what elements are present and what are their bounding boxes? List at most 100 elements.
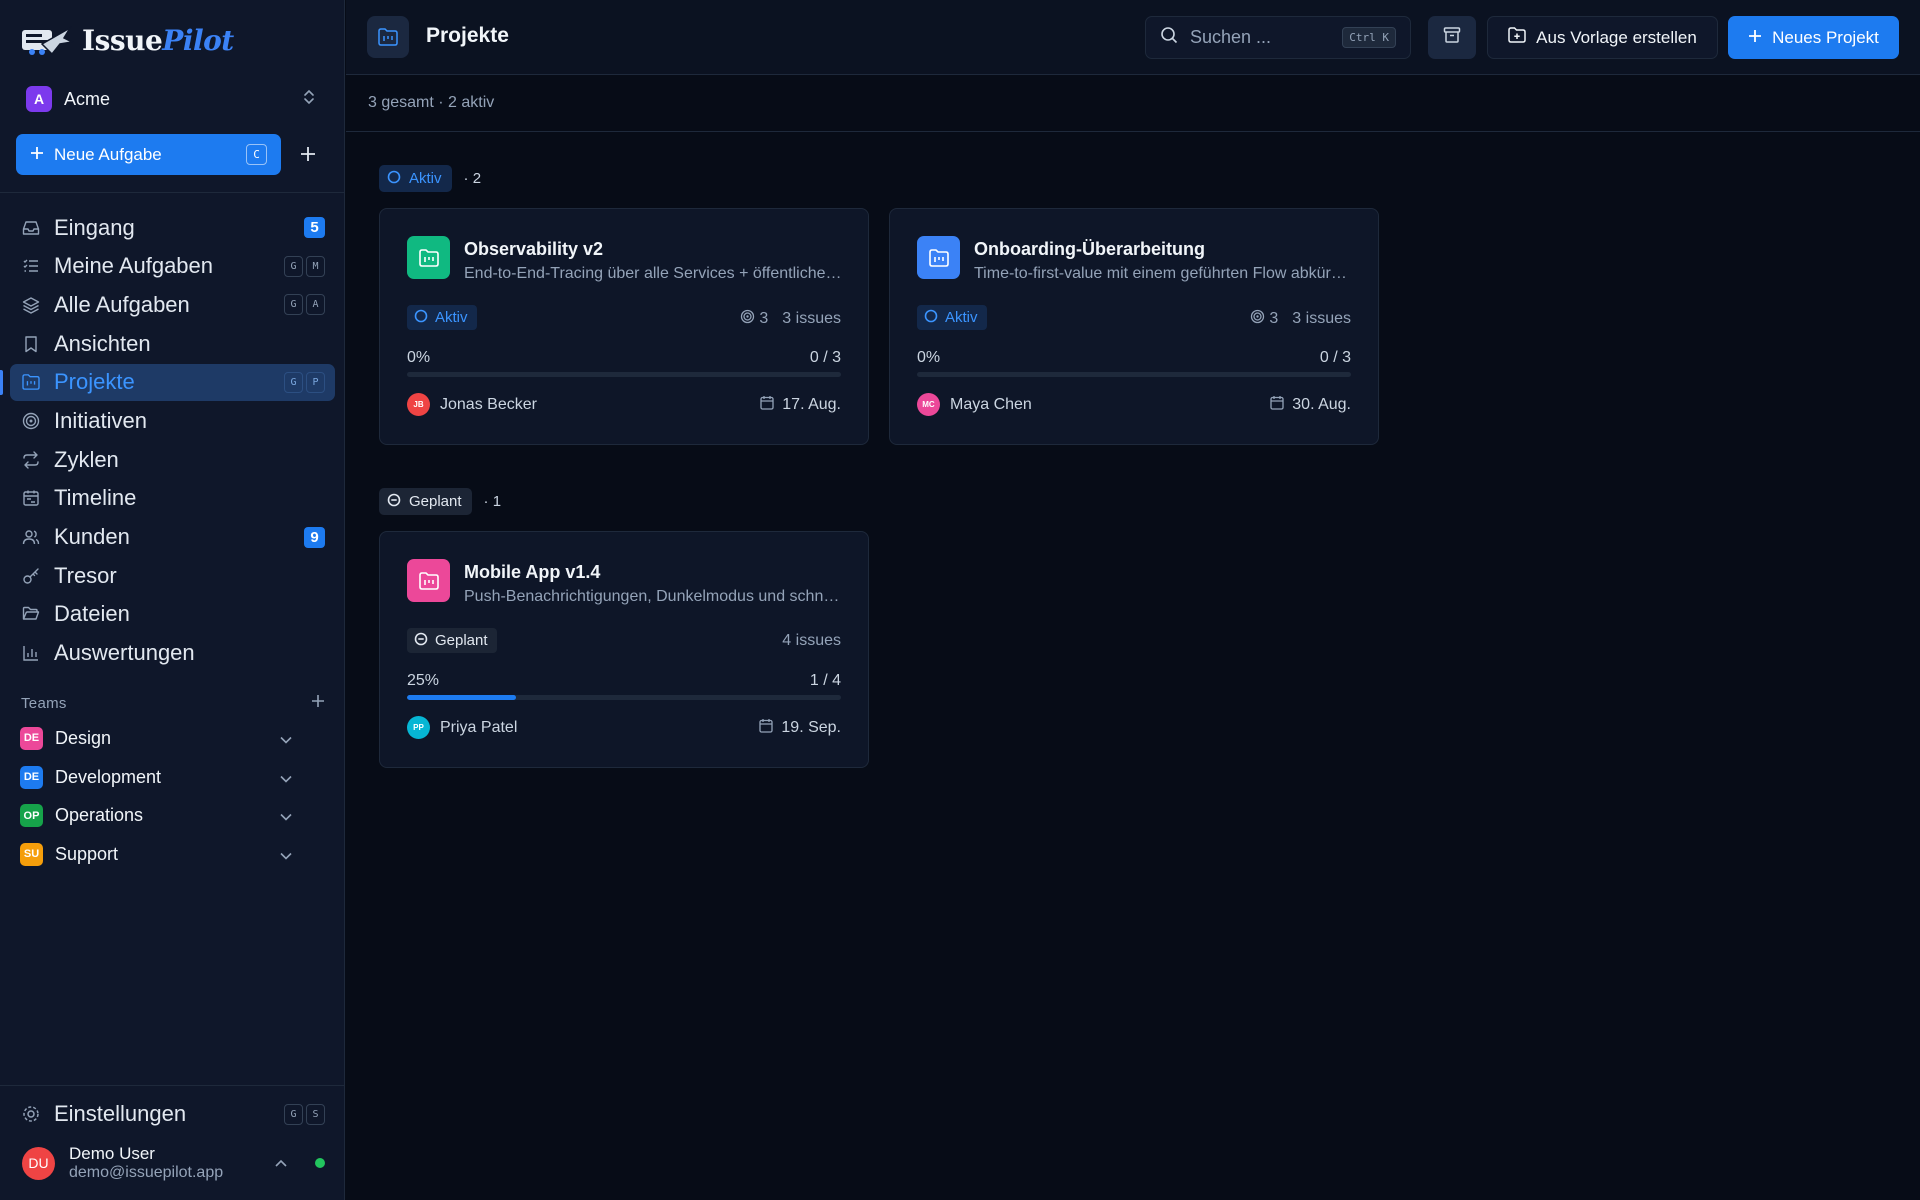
project-meta: 3 3 issues: [740, 309, 841, 329]
sidebar-item-ansichten[interactable]: Ansichten: [10, 325, 335, 362]
team-badge: OP: [20, 804, 43, 828]
project-card[interactable]: Observability v2 End-to-End-Tracing über…: [379, 208, 869, 445]
group-header-aktiv[interactable]: Aktiv · 2: [379, 165, 481, 192]
target-date[interactable]: 17. Aug.: [760, 395, 841, 415]
progress-bar: [407, 695, 841, 700]
status-badge[interactable]: Aktiv: [407, 305, 477, 330]
sidebar-item-auswertungen[interactable]: Auswertungen: [10, 635, 335, 672]
online-status-dot: [315, 1158, 325, 1169]
sidebar-item-zyklen[interactable]: Zyklen: [10, 441, 335, 478]
settings-link[interactable]: Einstellungen G S: [22, 1096, 325, 1132]
project-description: End-to-End-Tracing über alle Services + …: [464, 265, 844, 282]
user-menu[interactable]: DU Demo User demo@issuepilot.app: [22, 1144, 325, 1181]
team-item-operations[interactable]: OP Operations: [20, 796, 300, 835]
chevron-up-icon: [275, 1154, 287, 1172]
team-item-support[interactable]: SU Support: [20, 835, 300, 874]
sidebar-item-alle-aufgaben[interactable]: Alle Aufgaben G A: [10, 286, 335, 323]
add-team-plus-icon[interactable]: [311, 694, 325, 712]
project-title: Onboarding-Überarbeitung: [974, 239, 1205, 259]
archive-icon: [1443, 26, 1461, 49]
chevron-down-icon[interactable]: [280, 805, 292, 826]
group-count: · 1: [483, 493, 502, 510]
gear-icon: [22, 1105, 40, 1123]
chevron-down-icon[interactable]: [280, 728, 292, 749]
lead-name: Jonas Becker: [440, 395, 537, 413]
summary-bar: 3 gesamt · 2 aktiv: [346, 75, 1920, 132]
sidebar-item-initiativen[interactable]: Initiativen: [10, 402, 335, 439]
new-task-label: Neue Aufgabe: [54, 144, 162, 164]
main-nav: Eingang 5 Meine Aufgaben G M Alle Aufgaben G A A…: [0, 209, 335, 673]
shortcut-keys: GP: [284, 371, 325, 393]
sidebar-item-meine-aufgaben[interactable]: Meine Aufgaben G M: [10, 248, 335, 285]
sidebar-item-timeline[interactable]: Timeline: [10, 480, 335, 517]
status-badge[interactable]: Geplant: [407, 628, 497, 653]
search-shortcut: Ctrl K: [1342, 27, 1396, 48]
project-title: Observability v2: [464, 239, 604, 259]
sidebar-item-label: Dateien: [54, 601, 130, 627]
team-name: Development: [55, 766, 162, 787]
progress-fill: [407, 695, 516, 700]
teams-header: Teams: [21, 694, 325, 712]
project-card[interactable]: Onboarding-Überarbeitung Time-to-first-v…: [889, 208, 1379, 445]
plane-logo-icon: [20, 22, 75, 58]
sidebar-item-kunden[interactable]: Kunden 9: [10, 519, 335, 556]
avatar: MC: [917, 393, 940, 416]
key-icon: [22, 567, 40, 585]
template-button-label: Aus Vorlage erstellen: [1536, 27, 1697, 47]
project-summary: 3 gesamt · 2 aktiv: [368, 94, 495, 111]
chevron-down-icon[interactable]: [280, 844, 292, 865]
sidebar-item-dateien[interactable]: Dateien: [10, 596, 335, 633]
team-item-design[interactable]: DE Design: [20, 719, 300, 758]
sidebar-item-projekte[interactable]: Projekte G P: [0, 363, 335, 401]
search-input[interactable]: Suchen ... Ctrl K: [1145, 16, 1411, 59]
app-logo[interactable]: IssuePilot: [20, 22, 234, 58]
settings-label: Einstellungen: [54, 1101, 187, 1126]
team-item-development[interactable]: DE Development: [20, 758, 300, 797]
search-icon: [1160, 26, 1178, 49]
user-name: Demo User: [69, 1144, 155, 1163]
folder-kanban-icon: [367, 16, 409, 58]
shortcut-key: A: [306, 294, 325, 316]
project-meta: 4 issues: [782, 632, 841, 650]
bookmark-icon: [22, 335, 40, 353]
target-date[interactable]: 19. Sep.: [759, 718, 841, 738]
progress-percent: 0%: [407, 349, 431, 366]
calendar-icon: [1270, 395, 1284, 415]
shortcut-key: M: [306, 255, 325, 277]
group-count: · 2: [463, 170, 482, 187]
project-lead[interactable]: JB Jonas Becker: [407, 393, 537, 416]
teams-heading: Teams: [21, 694, 67, 712]
new-project-button[interactable]: Neues Projekt: [1728, 16, 1899, 59]
project-lead[interactable]: PP Priya Patel: [407, 716, 517, 739]
layers-icon: [22, 296, 40, 314]
archive-button[interactable]: [1428, 16, 1476, 59]
sidebar-item-label: Zyklen: [54, 446, 119, 472]
shortcut-key: P: [306, 371, 325, 393]
new-task-button[interactable]: Neue Aufgabe C: [16, 134, 281, 175]
avatar: JB: [407, 393, 430, 416]
group-header-geplant[interactable]: Geplant · 1: [379, 488, 501, 515]
create-from-template-button[interactable]: Aus Vorlage erstellen: [1487, 16, 1718, 59]
avatar: PP: [407, 716, 430, 739]
target-date[interactable]: 30. Aug.: [1270, 395, 1351, 415]
sidebar-item-label: Tresor: [54, 562, 117, 588]
team-name: Design: [55, 727, 112, 748]
calendar-icon: [760, 395, 774, 415]
user-email: demo@issuepilot.app: [69, 1163, 224, 1181]
target-icon: [740, 309, 755, 329]
workspace-switcher[interactable]: A Acme: [16, 80, 326, 118]
lead-name: Priya Patel: [440, 718, 518, 736]
quick-add-button[interactable]: [294, 140, 322, 168]
sidebar-item-tresor[interactable]: Tresor: [10, 557, 335, 594]
initiative-count: 3: [1250, 309, 1278, 329]
status-badge[interactable]: Aktiv: [917, 305, 987, 330]
date-label: 19. Sep.: [781, 719, 841, 736]
project-lead[interactable]: MC Maya Chen: [917, 393, 1032, 416]
progress-fraction: 0 / 3: [1319, 349, 1351, 366]
lead-name: Maya Chen: [950, 395, 1032, 413]
sidebar-item-label: Alle Aufgaben: [54, 291, 190, 317]
chevron-down-icon[interactable]: [280, 767, 292, 788]
project-card[interactable]: Mobile App v1.4 Push-Benachrichtigungen,…: [379, 531, 869, 768]
sidebar-item-eingang[interactable]: Eingang 5: [10, 209, 335, 246]
users-icon: [22, 528, 40, 546]
